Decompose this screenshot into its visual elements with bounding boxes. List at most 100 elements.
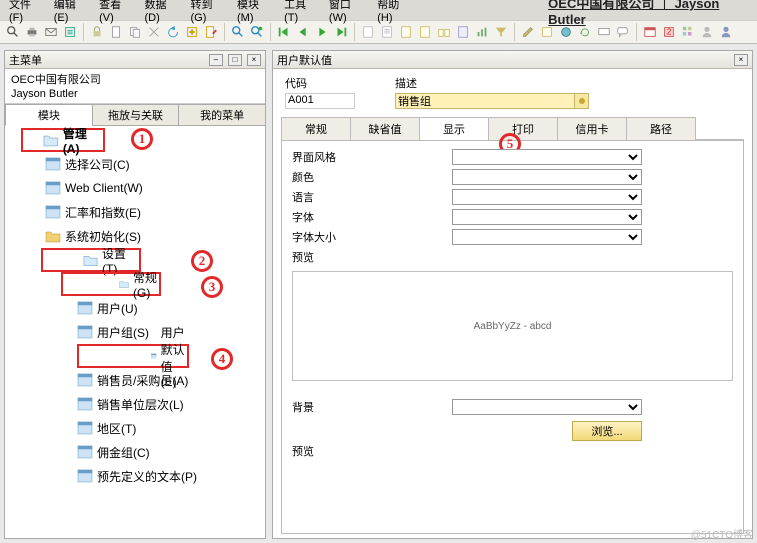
tree-general[interactable]: 常规(G) <box>61 272 161 296</box>
tree-user-groups[interactable]: 用户组(S) <box>5 320 265 344</box>
tree-sales-unit-levels[interactable]: 销售单位层次(L) <box>5 392 265 416</box>
language-select[interactable] <box>452 189 642 205</box>
browse-button[interactable]: 浏览... <box>572 421 642 441</box>
undo-icon[interactable] <box>164 23 182 41</box>
next-icon[interactable] <box>313 23 331 41</box>
tree-sales-buyers[interactable]: 销售员/采购员(A) <box>5 368 265 392</box>
tree-region[interactable]: 地区(T) <box>5 416 265 440</box>
tab-modules[interactable]: 模块 <box>5 104 93 126</box>
tree-label: 地区(T) <box>97 420 136 437</box>
menu-data[interactable]: 数据(D) <box>140 0 186 24</box>
menu-window[interactable]: 窗口(W) <box>324 0 372 24</box>
pencil-icon[interactable] <box>519 23 537 41</box>
email-icon[interactable] <box>42 23 60 41</box>
last-icon[interactable] <box>332 23 350 41</box>
tree-web-client[interactable]: Web Client(W) <box>5 176 265 200</box>
tree-select-company[interactable]: 选择公司(C) <box>5 152 265 176</box>
maximize-icon[interactable]: □ <box>228 54 242 66</box>
cut-icon[interactable] <box>145 23 163 41</box>
alert-icon[interactable]: 2 <box>660 23 678 41</box>
lock-icon[interactable] <box>88 23 106 41</box>
sheet6-icon[interactable] <box>454 23 472 41</box>
module-tree[interactable]: 管理(A) 1 选择公司(C) Web Client(W) 汇率和指数(E) 系… <box>5 126 265 538</box>
color-select[interactable] <box>452 169 642 185</box>
search-icon[interactable] <box>4 23 22 41</box>
sheet3-icon[interactable] <box>397 23 415 41</box>
sheet4-icon[interactable] <box>416 23 434 41</box>
user2-icon[interactable] <box>717 23 735 41</box>
menu-help[interactable]: 帮助(H) <box>372 0 418 24</box>
add-icon[interactable] <box>183 23 201 41</box>
print-icon[interactable] <box>23 23 41 41</box>
tab-credit-card[interactable]: 信用卡 <box>557 117 627 140</box>
code-field[interactable]: A001 <box>285 93 355 109</box>
tree-settings[interactable]: 设置(T) <box>41 248 141 272</box>
window-icon <box>77 373 93 387</box>
menu-goto[interactable]: 转到(G) <box>185 0 232 24</box>
close-icon[interactable]: × <box>247 54 261 66</box>
window-icon <box>77 397 93 411</box>
sheet5-icon[interactable] <box>435 23 453 41</box>
window-icon <box>45 205 61 219</box>
menu-tools[interactable]: 工具(T) <box>279 0 324 24</box>
find-icon[interactable] <box>229 23 247 41</box>
note-icon[interactable] <box>538 23 556 41</box>
tab-defaults[interactable]: 缺省值 <box>350 117 420 140</box>
tab-print[interactable]: 打印 <box>488 117 558 140</box>
watermark: @51CTO博客 <box>691 526 753 541</box>
world-icon[interactable] <box>557 23 575 41</box>
msg-icon[interactable] <box>595 23 613 41</box>
svg-text:2: 2 <box>667 28 671 37</box>
preview-text: AaBbYyZz - abcd <box>474 321 552 332</box>
export-icon[interactable] <box>61 23 79 41</box>
first-icon[interactable] <box>275 23 293 41</box>
refresh-icon[interactable] <box>576 23 594 41</box>
desc-field[interactable] <box>395 93 575 109</box>
tree-fx-index[interactable]: 汇率和指数(E) <box>5 200 265 224</box>
doc-icon[interactable] <box>107 23 125 41</box>
window-icon <box>45 157 61 171</box>
minimize-icon[interactable]: – <box>209 54 223 66</box>
cal-icon[interactable] <box>641 23 659 41</box>
tab-path[interactable]: 路径 <box>626 117 696 140</box>
tree-label: 系统初始化(S) <box>65 228 141 245</box>
tree-label: 用户组(S) <box>97 324 149 341</box>
code-label: 代码 <box>285 75 355 91</box>
find-next-icon[interactable] <box>248 23 266 41</box>
tree-label: Web Client(W) <box>65 181 143 195</box>
copy-icon[interactable] <box>126 23 144 41</box>
close-icon[interactable]: × <box>734 54 748 66</box>
sheet1-icon[interactable] <box>359 23 377 41</box>
chart-icon[interactable] <box>473 23 491 41</box>
menu-file[interactable]: 文件(F) <box>4 0 49 24</box>
tree-label: 预先定义的文本(P) <box>97 468 197 485</box>
skin-select[interactable] <box>452 149 642 165</box>
menu-view[interactable]: 查看(V) <box>94 0 139 24</box>
fontsize-select[interactable] <box>452 229 642 245</box>
tab-display[interactable]: 显示 <box>419 117 489 140</box>
menu-modules[interactable]: 模块(M) <box>232 0 279 24</box>
tree-admin[interactable]: 管理(A) <box>21 128 105 152</box>
chat-icon[interactable] <box>614 23 632 41</box>
sheet2-icon[interactable] <box>378 23 396 41</box>
font-select[interactable] <box>452 209 642 225</box>
tab-my-menu[interactable]: 我的菜单 <box>178 104 266 126</box>
tree-users[interactable]: 用户(U) <box>5 296 265 320</box>
tab-general[interactable]: 常规 <box>281 117 351 140</box>
tree-commission-group[interactable]: 佣金组(C) <box>5 440 265 464</box>
lookup-icon[interactable] <box>575 93 589 109</box>
prev-icon[interactable] <box>294 23 312 41</box>
tab-drag-link[interactable]: 拖放与关联 <box>92 104 180 126</box>
filter-icon[interactable] <box>492 23 510 41</box>
window-icon <box>77 445 93 459</box>
folder-open-icon <box>43 133 59 147</box>
annotation-4: 4 <box>211 348 233 370</box>
edit-doc-icon[interactable] <box>202 23 220 41</box>
tree-predefined-text[interactable]: 预先定义的文本(P) <box>5 464 265 488</box>
menu-edit[interactable]: 编辑(E) <box>49 0 94 24</box>
left-title-text: 主菜单 <box>9 52 42 68</box>
grid-icon[interactable] <box>679 23 697 41</box>
user-icon[interactable] <box>698 23 716 41</box>
background-select[interactable] <box>452 399 642 415</box>
tree-user-defaults[interactable]: 用户默认值(E) <box>77 344 189 368</box>
